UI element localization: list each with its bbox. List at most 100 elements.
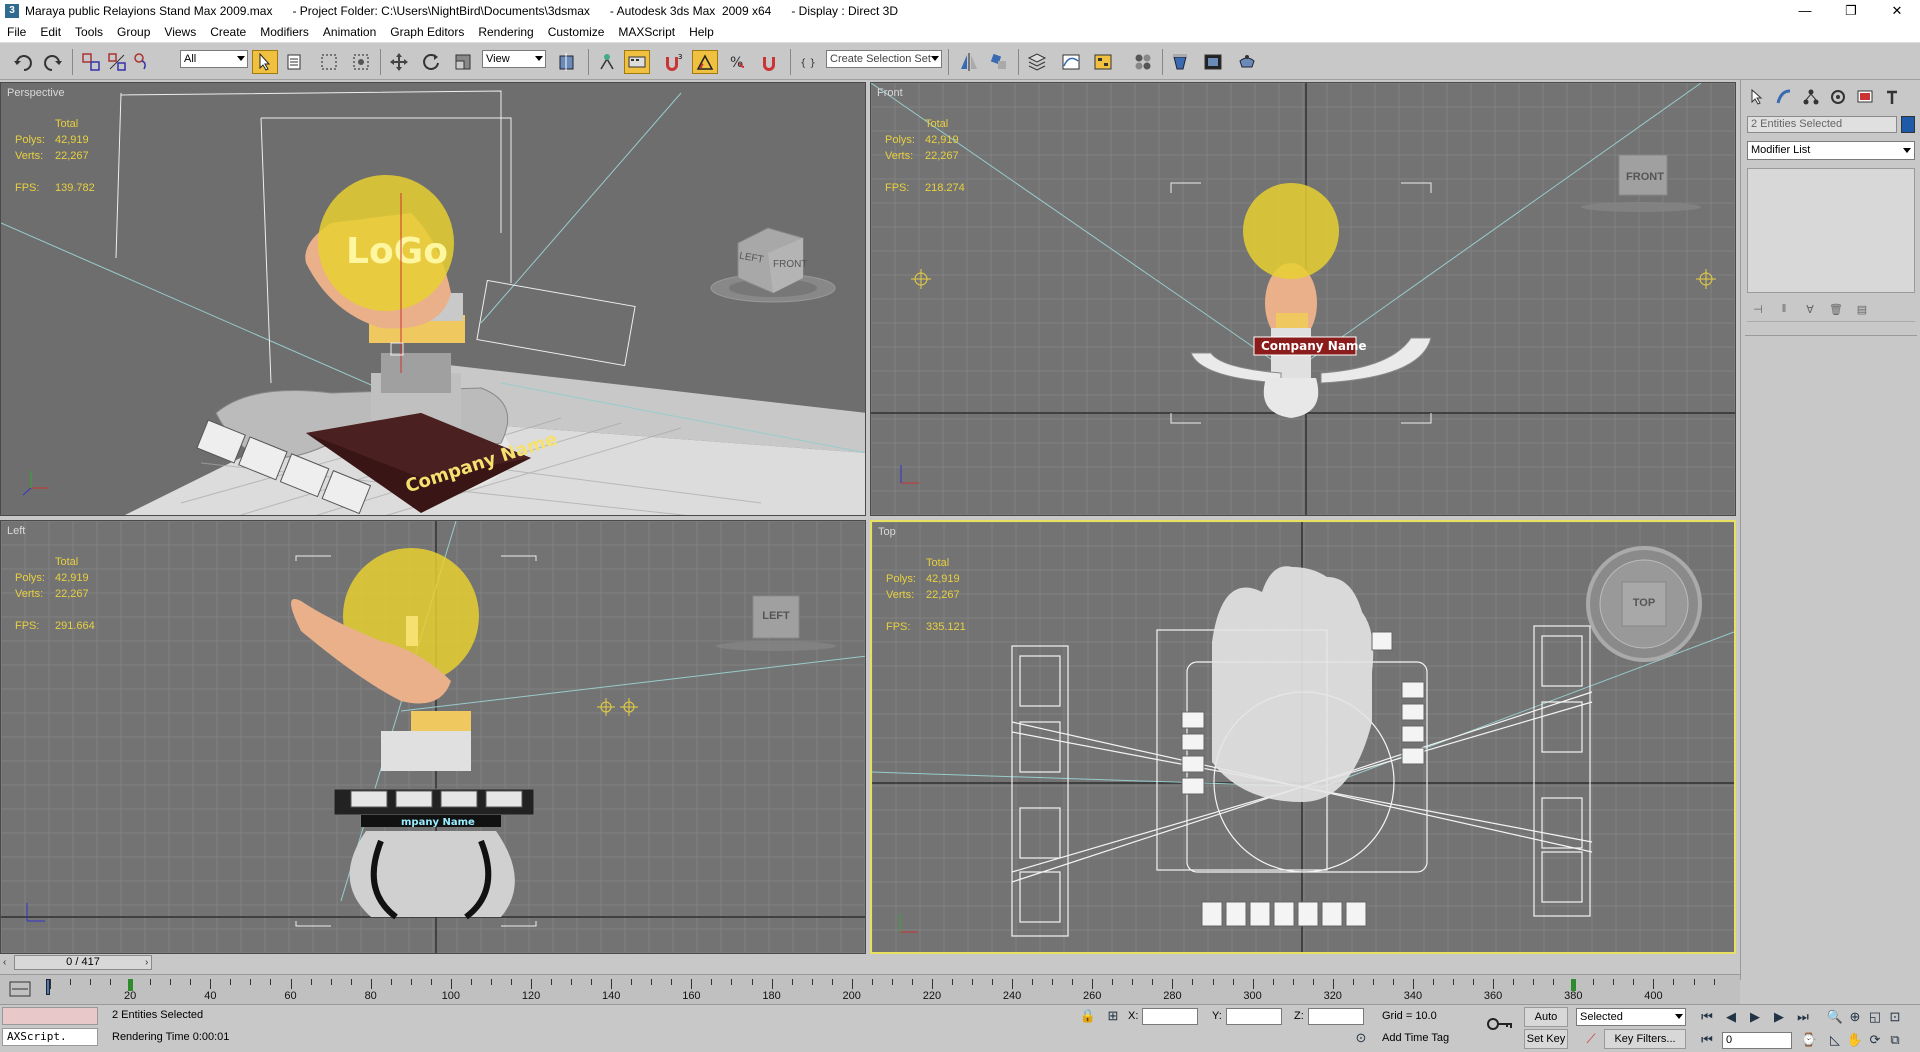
maxscript-listener-mini[interactable] xyxy=(2,1007,98,1025)
menu-graph-editors[interactable]: Graph Editors xyxy=(383,25,471,39)
absolute-relative-toggle-icon[interactable]: ⊞ xyxy=(1104,1007,1122,1025)
close-button[interactable]: ✕ xyxy=(1874,0,1920,22)
create-tab-icon[interactable] xyxy=(1745,86,1769,108)
maximize-button[interactable]: ❐ xyxy=(1828,0,1874,22)
viewport-label[interactable]: Top xyxy=(878,526,896,538)
display-tab-icon[interactable] xyxy=(1853,86,1877,108)
default-in-out-tangent-icon[interactable]: ⟋ xyxy=(1582,1030,1600,1048)
maximize-viewport-toggle-icon[interactable]: ⧉ xyxy=(1886,1031,1904,1049)
menu-help[interactable]: Help xyxy=(682,25,721,39)
bind-space-warp-icon[interactable] xyxy=(130,50,156,74)
named-selection-set-dropdown[interactable]: Create Selection Set xyxy=(826,50,942,68)
app-icon[interactable]: 3 xyxy=(5,4,19,18)
rectangular-selection-icon[interactable] xyxy=(316,50,342,74)
viewcube-left-face[interactable]: LEFT xyxy=(753,610,799,622)
time-configuration-icon[interactable]: ⌚ xyxy=(1800,1031,1818,1049)
hierarchy-tab-icon[interactable] xyxy=(1799,86,1823,108)
menu-create[interactable]: Create xyxy=(203,25,253,39)
menu-edit[interactable]: Edit xyxy=(33,25,68,39)
viewport-label[interactable]: Perspective xyxy=(7,87,64,99)
layer-manager-icon[interactable] xyxy=(1024,50,1050,74)
render-setup-icon[interactable] xyxy=(1168,50,1194,74)
minimize-button[interactable]: — xyxy=(1782,0,1828,22)
rendered-frame-window-icon[interactable] xyxy=(1200,50,1226,74)
animation-key[interactable] xyxy=(128,979,134,991)
z-coordinate-field[interactable] xyxy=(1308,1008,1364,1025)
zoom-all-icon[interactable]: ⊕ xyxy=(1846,1008,1864,1026)
time-slider[interactable]: 0 / 417 xyxy=(14,955,152,970)
open-mini-curve-editor-icon[interactable] xyxy=(8,980,32,998)
configure-modifier-sets-icon[interactable]: ▤ xyxy=(1851,300,1873,318)
undo-icon[interactable] xyxy=(10,50,36,74)
angle-snap-icon[interactable] xyxy=(692,50,718,74)
zoom-extents-all-icon[interactable]: ⊡ xyxy=(1886,1008,1904,1026)
reference-coordinate-dropdown[interactable]: View xyxy=(482,50,546,68)
viewcube-top-face[interactable]: TOP xyxy=(1622,597,1666,609)
keyboard-shortcut-override-icon[interactable] xyxy=(624,50,650,74)
pivot-center-icon[interactable] xyxy=(554,50,580,74)
select-object-icon[interactable] xyxy=(252,50,278,74)
field-of-view-icon[interactable]: ◺ xyxy=(1826,1031,1844,1049)
zoom-icon[interactable]: 🔍 xyxy=(1826,1008,1844,1026)
animation-key[interactable] xyxy=(1571,979,1577,991)
edit-named-selection-icon[interactable]: { } xyxy=(796,50,822,74)
auto-key-button[interactable]: Auto Key xyxy=(1524,1007,1568,1041)
object-color-swatch[interactable] xyxy=(1901,116,1915,133)
track-bar[interactable]: 20 40 60 80 100 120 140 160 180 200 220 240 260 280 30… xyxy=(0,974,1740,1004)
select-and-rotate-icon[interactable] xyxy=(418,50,444,74)
remove-modifier-icon[interactable]: 🗑 xyxy=(1825,300,1847,318)
curve-editor-icon[interactable] xyxy=(1058,50,1084,74)
next-frame-icon[interactable]: ▶ xyxy=(1770,1008,1788,1026)
current-frame-marker[interactable] xyxy=(46,979,50,995)
viewport-left[interactable]: mpany Name Left Total Polys: 42,919 Verts… xyxy=(0,520,866,954)
menu-rendering[interactable]: Rendering xyxy=(471,25,540,39)
viewport-top[interactable]: Top Total Polys: 42,919 Verts: 22,267 FPS:… xyxy=(870,520,1736,954)
y-coordinate-field[interactable] xyxy=(1226,1008,1282,1025)
menu-maxscript[interactable]: MAXScript xyxy=(611,25,682,39)
select-and-link-icon[interactable] xyxy=(78,50,104,74)
unlink-icon[interactable] xyxy=(104,50,130,74)
select-and-move-icon[interactable] xyxy=(386,50,412,74)
menu-views[interactable]: Views xyxy=(157,25,203,39)
go-to-end-icon[interactable]: ⏭ xyxy=(1794,1008,1812,1026)
lock-selection-icon[interactable]: 🔒 xyxy=(1079,1007,1097,1025)
viewport-perspective[interactable]: Company Name LoGo Perspective Total Poly… xyxy=(0,82,866,516)
select-by-name-icon[interactable] xyxy=(282,50,308,74)
align-icon[interactable] xyxy=(986,50,1012,74)
key-mode-dropdown[interactable]: Selected xyxy=(1576,1008,1686,1026)
play-animation-icon[interactable]: ▶ xyxy=(1746,1008,1764,1026)
menu-file[interactable]: File xyxy=(0,25,33,39)
menu-tools[interactable]: Tools xyxy=(68,25,110,39)
pan-view-icon[interactable]: ✋ xyxy=(1846,1031,1864,1049)
menu-group[interactable]: Group xyxy=(110,25,157,39)
menu-customize[interactable]: Customize xyxy=(541,25,612,39)
viewcube-front-face[interactable]: FRONT xyxy=(1623,171,1667,183)
go-to-start-icon[interactable]: ⏮ xyxy=(1698,1008,1716,1026)
orbit-icon[interactable]: ⟳ xyxy=(1866,1031,1884,1049)
snaps-toggle-icon[interactable]: 3 xyxy=(660,50,686,74)
current-frame-field[interactable]: 0 xyxy=(1722,1032,1792,1049)
mirror-icon[interactable] xyxy=(956,50,982,74)
selection-filter-dropdown[interactable]: All xyxy=(180,50,248,68)
spinner-snap-icon[interactable] xyxy=(756,50,782,74)
menu-animation[interactable]: Animation xyxy=(316,25,383,39)
zoom-extents-icon[interactable]: ◱ xyxy=(1866,1008,1884,1026)
viewport-label[interactable]: Front xyxy=(877,87,903,99)
frame-ruler[interactable]: 20 40 60 80 100 120 140 160 180 200 220 240 260 280 30… xyxy=(46,979,1730,1002)
key-filters-button[interactable]: Key Filters... xyxy=(1604,1029,1686,1049)
set-key-button[interactable]: Set Key xyxy=(1524,1029,1568,1049)
previous-frame-arrow[interactable]: ‹ xyxy=(3,957,6,968)
render-production-icon[interactable] xyxy=(1234,50,1260,74)
modifier-stack[interactable] xyxy=(1747,168,1915,293)
material-editor-icon[interactable] xyxy=(1130,50,1156,74)
motion-tab-icon[interactable] xyxy=(1826,86,1850,108)
pin-stack-icon[interactable]: ⊣ xyxy=(1747,300,1769,318)
redo-icon[interactable] xyxy=(40,50,66,74)
object-name-field[interactable]: 2 Entities Selected xyxy=(1747,116,1897,133)
viewport-label[interactable]: Left xyxy=(7,525,25,537)
show-end-result-icon[interactable]: ‖ xyxy=(1773,300,1795,318)
modifier-list-dropdown[interactable]: Modifier List xyxy=(1747,141,1915,160)
schematic-view-icon[interactable] xyxy=(1090,50,1116,74)
make-unique-icon[interactable]: ∀ xyxy=(1799,300,1821,318)
key-mode-toggle-icon[interactable]: ⏮ xyxy=(1698,1031,1716,1049)
